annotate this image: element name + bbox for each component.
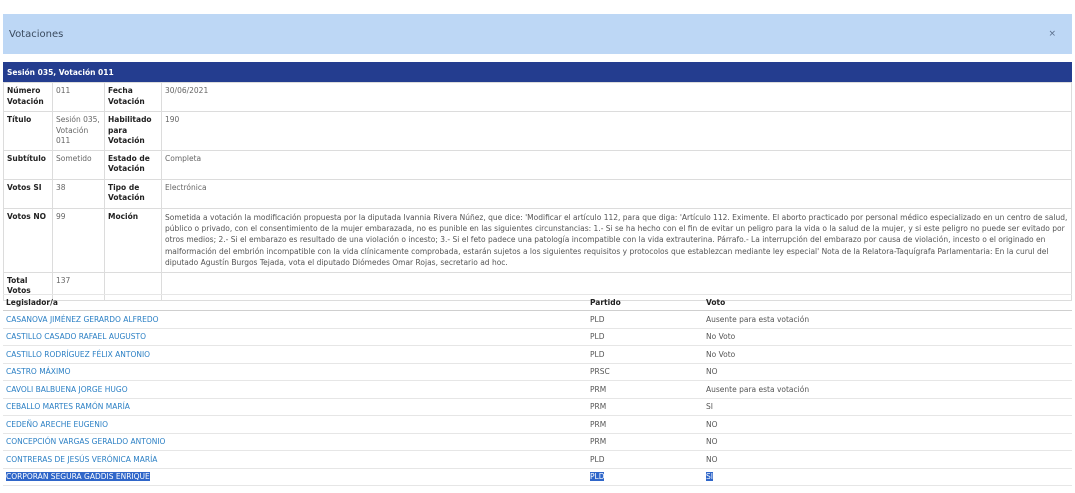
estado-label: Estado de Votación bbox=[104, 149, 162, 180]
vote-cell: SI bbox=[703, 468, 1072, 486]
table-row: CEDEÑO ARECHE EUGENIO PRM NO bbox=[3, 415, 1072, 434]
legislator-link[interactable]: CASTILLO CASADO RAFAEL AUGUSTO bbox=[6, 332, 146, 341]
table-row: CONCEPCIÓN VARGAS GERALDO ANTONIO PRM NO bbox=[3, 433, 1072, 451]
info-row: Subtítulo Sometido Estado de Votación Co… bbox=[3, 149, 1072, 180]
legislator-link[interactable]: CONTRERAS DE JESÚS VERÓNICA MARÍA bbox=[6, 455, 157, 464]
header-party: Partido bbox=[587, 294, 703, 311]
party-cell: PLD bbox=[587, 310, 703, 329]
fecha-value: 30/06/2021 bbox=[161, 82, 1072, 112]
titulo-label: Título bbox=[3, 111, 53, 151]
legislator-link[interactable]: CEBALLO MARTES RAMÓN MARÍA bbox=[6, 402, 130, 411]
tipo-label: Tipo de Votación bbox=[104, 178, 162, 209]
table-row-selected: CORPORÁN SEGURA GADDIS ENRIQUE PLD SI bbox=[3, 468, 1072, 486]
subtitulo-value: Sometido bbox=[52, 149, 105, 180]
legislator-link[interactable]: CEDEÑO ARECHE EUGENIO bbox=[6, 420, 108, 429]
party-cell: PRM bbox=[587, 433, 703, 451]
table-row: CASTRO MÁXIMO PRSC NO bbox=[3, 363, 1072, 381]
info-row: Título Sesión 035, Votación 011 Habilita… bbox=[3, 111, 1072, 151]
legislator-link[interactable]: CASANOVA JIMÉNEZ GERARDO ALFREDO bbox=[6, 315, 159, 324]
selected-text: SI bbox=[706, 472, 713, 482]
titulo-value: Sesión 035, Votación 011 bbox=[52, 111, 105, 151]
legislator-link[interactable]: CONCEPCIÓN VARGAS GERALDO ANTONIO bbox=[6, 437, 165, 446]
habilitado-label: Habilitado para Votación bbox=[104, 111, 162, 151]
vote-cell: NO bbox=[703, 415, 1072, 434]
estado-value: Completa bbox=[161, 149, 1072, 180]
legislator-link[interactable]: CASTRO MÁXIMO bbox=[6, 367, 71, 376]
session-heading: Sesión 035, Votación 011 bbox=[3, 62, 1072, 82]
table-row: CASANOVA JIMÉNEZ GERARDO ALFREDO PLD Aus… bbox=[3, 310, 1072, 329]
votos-si-label: Votos SI bbox=[3, 178, 53, 209]
header-vote: Voto bbox=[703, 294, 1072, 311]
numero-label: Número Votación bbox=[3, 82, 53, 112]
table-row: CEBALLO MARTES RAMÓN MARÍA PRM SI bbox=[3, 398, 1072, 416]
table-row: CASTILLO CASADO RAFAEL AUGUSTO PLD No Vo… bbox=[3, 328, 1072, 346]
info-row: Votos NO 99 Moción Sometida a votación l… bbox=[3, 207, 1072, 273]
table-row: CAVOLI BALBUENA JORGE HUGO PRM Ausente p… bbox=[3, 380, 1072, 399]
vote-cell: NO bbox=[703, 363, 1072, 381]
vote-info-table: Número Votación 011 Fecha Votación 30/06… bbox=[3, 82, 1072, 301]
vote-cell: SI bbox=[703, 398, 1072, 416]
legislators-table: Legislador/a Partido Voto CASANOVA JIMÉN… bbox=[3, 294, 1072, 486]
party-cell: PLD bbox=[587, 328, 703, 346]
legislator-link[interactable]: CASTILLO RODRÍGUEZ FÉLIX ANTONIO bbox=[6, 350, 150, 359]
tipo-value: Electrónica bbox=[161, 178, 1072, 209]
modal-header: Votaciones × bbox=[3, 14, 1072, 54]
fecha-label: Fecha Votación bbox=[104, 82, 162, 112]
info-row: Número Votación 011 Fecha Votación 30/06… bbox=[3, 82, 1072, 112]
selected-text: CORPORÁN SEGURA GADDIS ENRIQUE bbox=[6, 472, 150, 482]
page: Votaciones × Sesión 035, Votación 011 Nú… bbox=[0, 0, 1075, 493]
votos-si-value: 38 bbox=[52, 178, 105, 209]
party-cell: PLD bbox=[587, 450, 703, 469]
info-row: Votos SI 38 Tipo de Votación Electrónica bbox=[3, 178, 1072, 209]
mocion-label: Moción bbox=[104, 207, 162, 273]
vote-cell: No Voto bbox=[703, 328, 1072, 346]
legislators-header-row: Legislador/a Partido Voto bbox=[3, 294, 1072, 311]
modal-title: Votaciones bbox=[9, 28, 64, 40]
party-cell: PRM bbox=[587, 380, 703, 399]
close-icon[interactable]: × bbox=[1048, 29, 1066, 39]
vote-cell: Ausente para esta votación bbox=[703, 380, 1072, 399]
party-cell: PLD bbox=[587, 468, 703, 486]
numero-value: 011 bbox=[52, 82, 105, 112]
vote-cell: Ausente para esta votación bbox=[703, 310, 1072, 329]
votos-no-value: 99 bbox=[52, 207, 105, 273]
votos-no-label: Votos NO bbox=[3, 207, 53, 273]
vote-cell: NO bbox=[703, 450, 1072, 469]
table-row: CONTRERAS DE JESÚS VERÓNICA MARÍA PLD NO bbox=[3, 450, 1072, 469]
party-cell: PRSC bbox=[587, 363, 703, 381]
subtitulo-label: Subtítulo bbox=[3, 149, 53, 180]
legislator-link[interactable]: CORPORÁN SEGURA GADDIS ENRIQUE bbox=[6, 472, 150, 482]
selected-text: PLD bbox=[590, 472, 605, 482]
vote-cell: NO bbox=[703, 433, 1072, 451]
legislator-link[interactable]: CAVOLI BALBUENA JORGE HUGO bbox=[6, 385, 128, 394]
vote-cell: No Voto bbox=[703, 345, 1072, 364]
party-cell: PLD bbox=[587, 345, 703, 364]
party-cell: PRM bbox=[587, 398, 703, 416]
table-row: CASTILLO RODRÍGUEZ FÉLIX ANTONIO PLD No … bbox=[3, 345, 1072, 364]
mocion-value: Sometida a votación la modificación prop… bbox=[161, 207, 1072, 273]
habilitado-value: 190 bbox=[161, 111, 1072, 151]
header-legislator: Legislador/a bbox=[3, 294, 587, 311]
party-cell: PRM bbox=[587, 415, 703, 434]
